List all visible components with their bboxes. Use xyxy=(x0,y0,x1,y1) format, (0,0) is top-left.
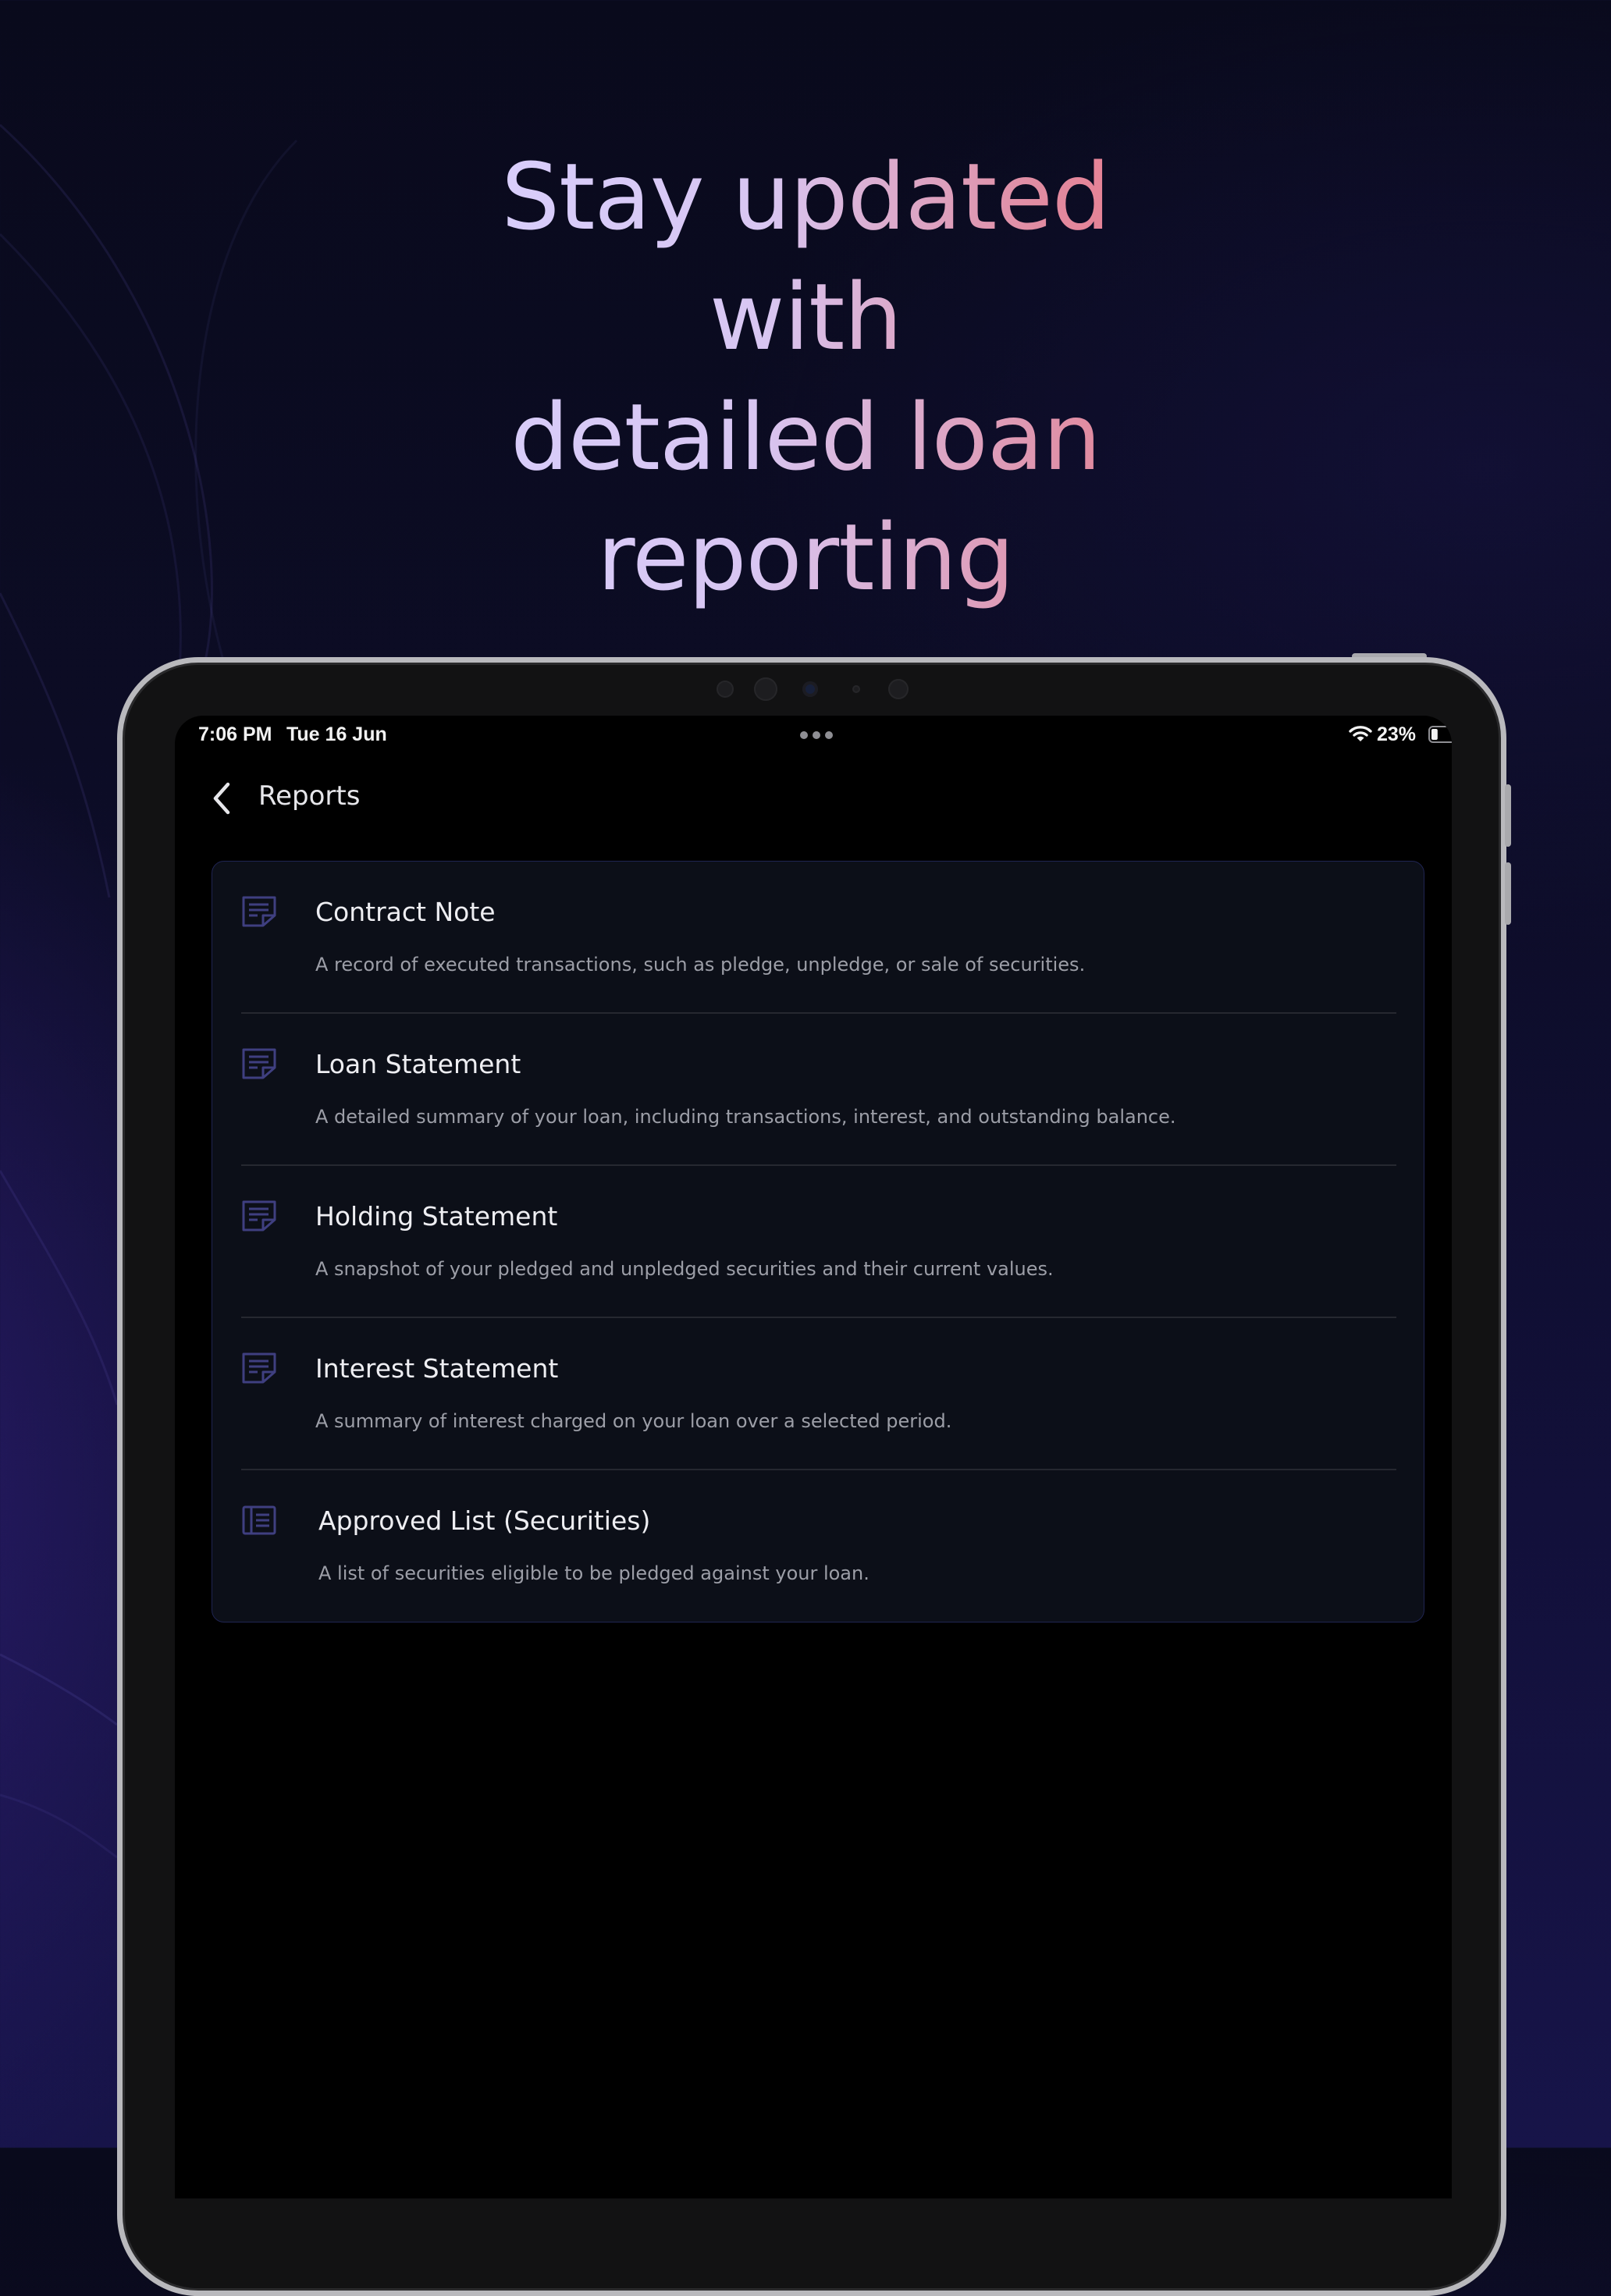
document-icon xyxy=(242,1352,276,1384)
dot xyxy=(813,731,820,739)
dot xyxy=(800,731,808,739)
report-title: Interest Statement xyxy=(315,1353,559,1384)
status-date: Tue 16 Jun xyxy=(286,723,387,745)
reports-list: Contract Note A record of executed trans… xyxy=(212,861,1424,1622)
report-item-contract-note[interactable]: Contract Note A record of executed trans… xyxy=(212,862,1425,1014)
report-title: Approved List (Securities) xyxy=(318,1505,651,1536)
wifi-icon xyxy=(1349,726,1372,741)
headline: Stay updated with detailed loan reportin… xyxy=(0,137,1611,617)
camera-lens xyxy=(802,681,818,697)
sensor-dot xyxy=(717,681,734,698)
device-volume-down-button xyxy=(1505,862,1511,925)
list-icon xyxy=(242,1505,276,1535)
sensor-dot xyxy=(754,677,777,701)
report-description: A summary of interest charged on your lo… xyxy=(315,1410,952,1432)
document-icon xyxy=(242,896,276,927)
document-icon xyxy=(242,1048,276,1079)
status-bar: 7:06 PM Tue 16 Jun 23% xyxy=(175,716,1452,752)
status-time: 7:06 PM xyxy=(198,723,272,745)
report-description: A list of securities eligible to be pled… xyxy=(318,1562,870,1584)
sensor-dot xyxy=(852,685,860,693)
camera-bar xyxy=(702,671,921,702)
app-screen: 7:06 PM Tue 16 Jun 23% Reports Contract … xyxy=(175,716,1452,2198)
report-item-loan-statement[interactable]: Loan Statement A detailed summary of you… xyxy=(212,1014,1425,1166)
battery-icon xyxy=(1428,726,1452,743)
dot xyxy=(825,731,833,739)
report-title: Contract Note xyxy=(315,897,496,927)
report-description: A detailed summary of your loan, includi… xyxy=(315,1106,1176,1128)
battery-percentage: 23% xyxy=(1377,723,1417,745)
report-item-holding-statement[interactable]: Holding Statement A snapshot of your ple… xyxy=(212,1166,1425,1318)
report-title: Loan Statement xyxy=(315,1049,521,1079)
report-item-interest-statement[interactable]: Interest Statement A summary of interest… xyxy=(212,1318,1425,1470)
report-item-approved-list[interactable]: Approved List (Securities) A list of sec… xyxy=(212,1470,1425,1622)
headline-line-1: Stay updated with xyxy=(396,137,1215,377)
report-title: Holding Statement xyxy=(315,1201,558,1232)
page-title: Reports xyxy=(258,780,361,812)
report-description: A record of executed transactions, such … xyxy=(315,954,1086,976)
chevron-left-icon[interactable] xyxy=(206,780,237,817)
headline-line-2: detailed loan reporting xyxy=(298,377,1313,617)
document-icon xyxy=(242,1200,276,1232)
report-description: A snapshot of your pledged and unpledged… xyxy=(315,1258,1054,1280)
sensor-dot xyxy=(888,679,909,699)
device-volume-up-button xyxy=(1505,784,1511,847)
navigation-bar: Reports xyxy=(175,764,1452,831)
multitasking-dots[interactable] xyxy=(800,731,833,739)
